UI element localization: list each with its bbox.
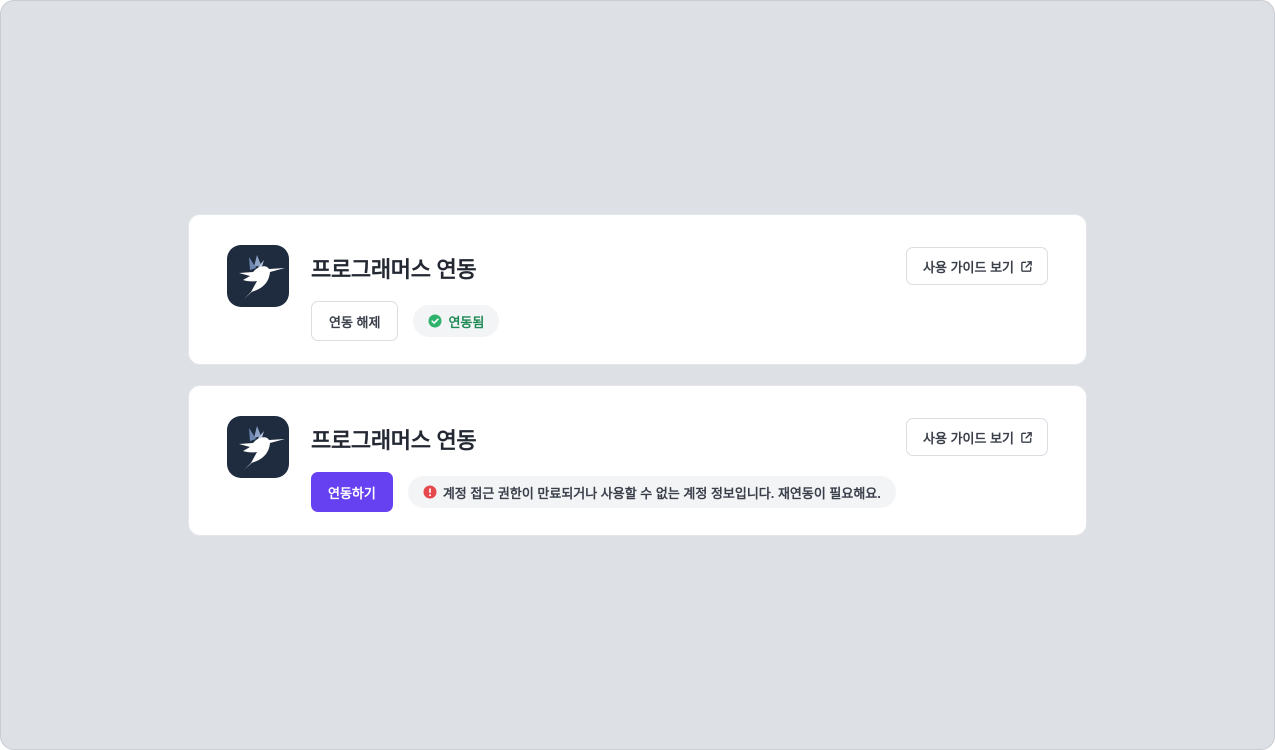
- page-background: 프로그래머스 연동 사용 가이드 보기 연동 해제 연동됨 프로그래머스 연동 …: [0, 0, 1275, 750]
- external-link-icon: [1021, 260, 1032, 272]
- integration-title: 프로그래머스 연동: [311, 428, 477, 453]
- status-text: 연동됨: [448, 314, 485, 330]
- integration-card-disconnected: 프로그래머스 연동 사용 가이드 보기 연동하기 계정 접근 권한이 만료되거나…: [188, 385, 1087, 536]
- status-badge-connected: 연동됨: [413, 305, 500, 337]
- status-text: 계정 접근 권한이 만료되거나 사용할 수 없는 계정 정보입니다. 재연동이 …: [442, 485, 881, 501]
- status-badge-error: 계정 접근 권한이 만료되거나 사용할 수 없는 계정 정보입니다. 재연동이 …: [407, 476, 896, 508]
- integration-title: 프로그래머스 연동: [311, 257, 477, 282]
- hummingbird-logo-icon: [227, 416, 289, 478]
- external-link-icon: [1021, 431, 1032, 443]
- usage-guide-label: 사용 가이드 보기: [923, 430, 1014, 446]
- usage-guide-label: 사용 가이드 보기: [923, 259, 1014, 275]
- action-row: 연동하기 계정 접근 권한이 만료되거나 사용할 수 없는 계정 정보입니다. …: [311, 472, 896, 512]
- action-row: 연동 해제 연동됨: [311, 301, 500, 341]
- check-circle-icon: [428, 314, 442, 328]
- integration-card-connected: 프로그래머스 연동 사용 가이드 보기 연동 해제 연동됨: [188, 214, 1087, 365]
- disconnect-button[interactable]: 연동 해제: [311, 301, 399, 341]
- hummingbird-logo-icon: [227, 245, 289, 307]
- connect-button[interactable]: 연동하기: [311, 472, 393, 512]
- usage-guide-button[interactable]: 사용 가이드 보기: [906, 418, 1048, 456]
- usage-guide-button[interactable]: 사용 가이드 보기: [906, 247, 1048, 285]
- alert-circle-icon: [423, 485, 437, 499]
